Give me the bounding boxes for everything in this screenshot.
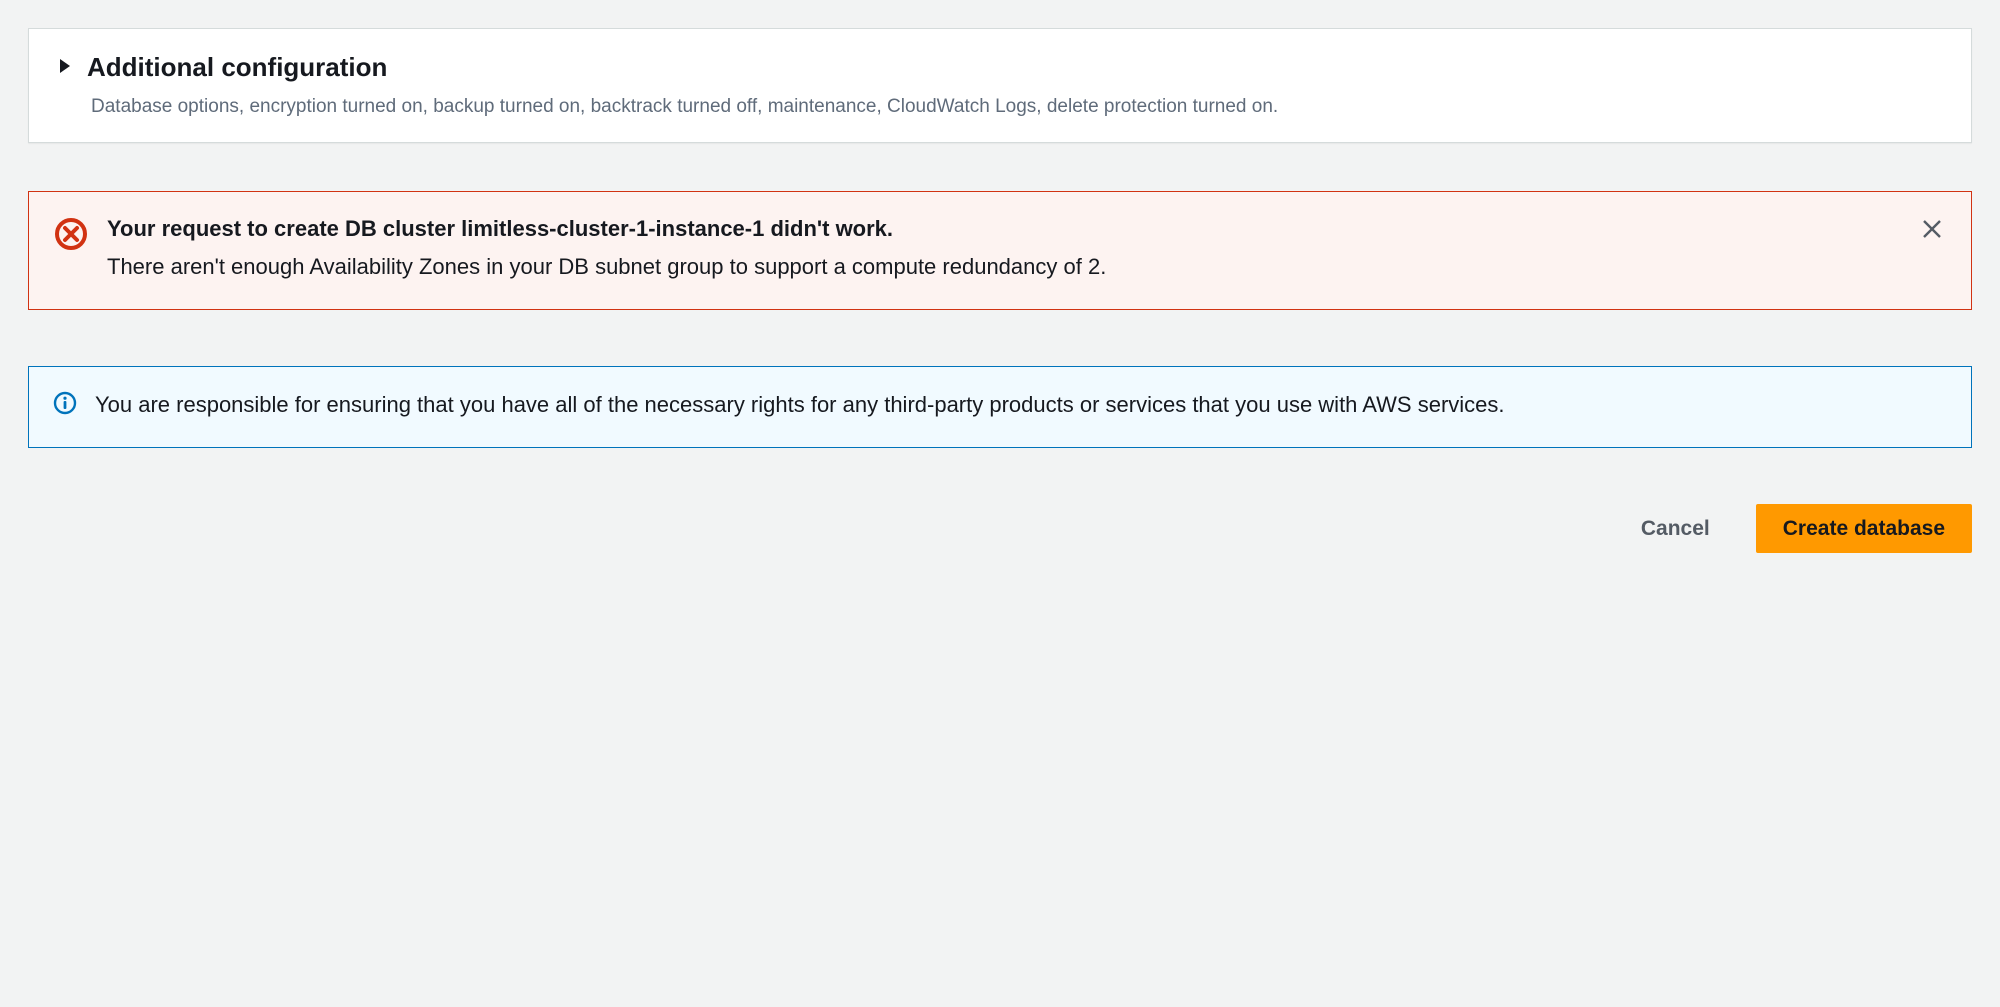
error-alert: Your request to create DB cluster limitl… [28,191,1972,310]
action-row: Cancel Create database [28,504,1972,553]
info-icon [53,391,77,415]
info-alert-body: You are responsible for ensuring that yo… [95,389,1947,421]
additional-configuration-subtitle: Database options, encryption turned on, … [91,93,1943,121]
error-alert-dismiss-button[interactable] [1917,214,1947,244]
error-alert-title: Your request to create DB cluster limitl… [107,214,1899,245]
caret-right-icon [57,57,73,75]
create-database-button[interactable]: Create database [1756,504,1972,553]
error-alert-body: Your request to create DB cluster limitl… [107,214,1899,283]
error-alert-text: There aren't enough Availability Zones i… [107,251,1899,283]
info-alert: You are responsible for ensuring that yo… [28,366,1972,448]
additional-configuration-panel: Additional configuration Database option… [28,28,1972,143]
additional-configuration-header[interactable]: Additional configuration [57,51,1943,85]
close-icon [1921,218,1943,240]
additional-configuration-title: Additional configuration [87,51,387,85]
error-icon [53,216,89,252]
info-alert-text: You are responsible for ensuring that yo… [95,389,1947,421]
cancel-button[interactable]: Cancel [1615,505,1736,552]
